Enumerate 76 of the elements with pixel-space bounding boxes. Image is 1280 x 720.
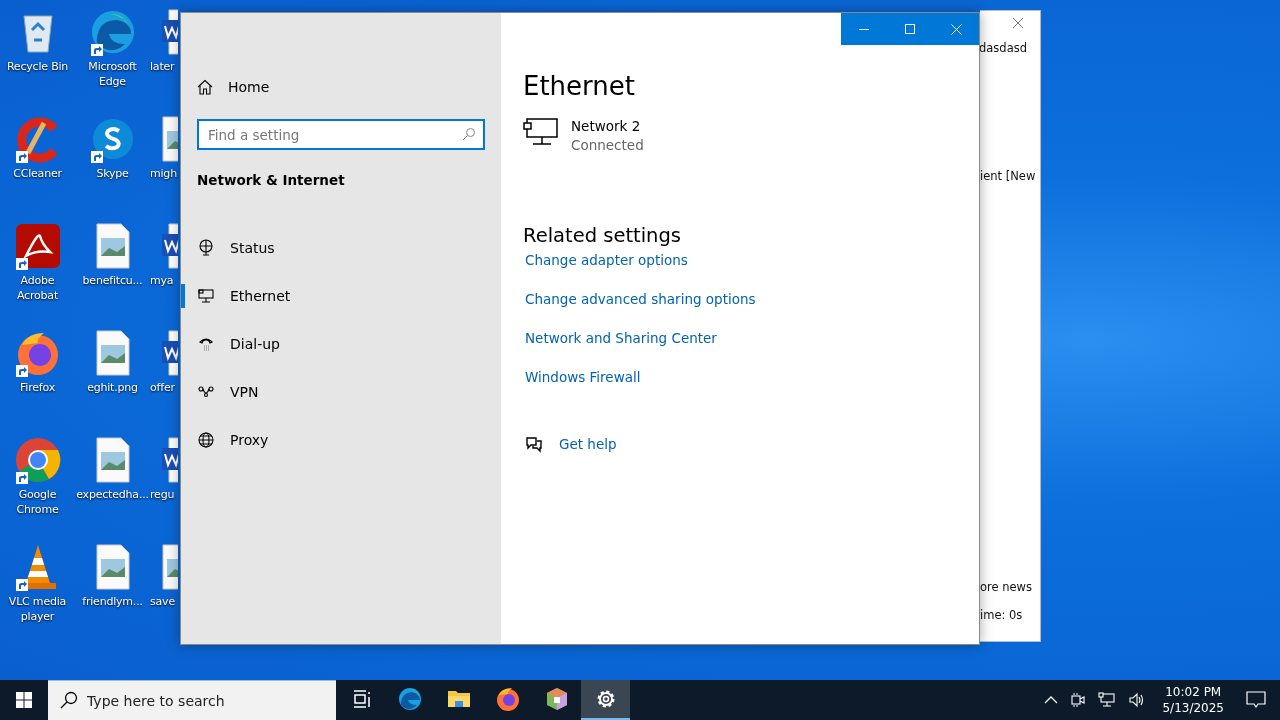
shortcut-arrow-icon [15, 258, 28, 270]
settings-link[interactable]: Change adapter options [525, 250, 688, 270]
desktop-icon-label[interactable]: Recycle Bin [6, 59, 69, 74]
network-icon[interactable] [1098, 692, 1117, 708]
image-file-icon [162, 115, 178, 163]
image-file-icon [162, 543, 178, 591]
taskbar-search-field[interactable]: Type here to search [48, 680, 336, 720]
desktop-icon-label[interactable]: mya [150, 273, 174, 288]
search-icon [462, 127, 476, 141]
desktop-icon-label[interactable]: offer [150, 380, 175, 395]
shortcut-arrow-icon [15, 579, 28, 591]
desktop-icon-label[interactable]: save [150, 594, 175, 609]
phone-icon [197, 335, 215, 353]
clock-date: 5/13/2025 [1162, 700, 1224, 716]
chat-bubbles-icon [525, 435, 543, 453]
desktop-icon-label[interactable]: Microsoft Edge [75, 59, 150, 89]
clock-time: 10:02 PM [1165, 684, 1222, 700]
desktop-icon-label[interactable]: migh [150, 166, 177, 181]
help-link[interactable]: Get help [559, 434, 617, 454]
shortcut-arrow-icon [15, 472, 28, 484]
clock[interactable]: 10:02 PM 5/13/2025 [1162, 684, 1224, 716]
chevron-up-icon[interactable] [1044, 696, 1059, 704]
desktop-icon-label[interactable]: expectedha... [76, 487, 149, 502]
desktop-icon-label[interactable]: regu [150, 487, 175, 502]
globe-icon [197, 431, 215, 449]
window-text: dasdasd [979, 41, 1028, 55]
shortcut-arrow-icon [15, 151, 28, 163]
firefox-icon [494, 686, 521, 712]
desktop-icon-label[interactable]: benefitcu... [82, 273, 143, 288]
window-text: ime: 0s [980, 608, 1024, 622]
search-field[interactable]: Find a setting [197, 119, 485, 150]
window-text: ient [New [980, 169, 1037, 183]
desktop-icon-label[interactable]: eghit.png [87, 380, 138, 395]
section-heading: Related settings [523, 223, 683, 249]
page-title: Ethernet [523, 70, 636, 103]
nav-item[interactable]: Proxy [181, 416, 501, 464]
maximize-icon [905, 24, 915, 34]
nav-item[interactable]: VPN [181, 368, 501, 416]
search-icon [60, 691, 78, 709]
network-name: Network 2 [571, 117, 642, 136]
desktop-icon-label[interactable]: Adobe Acrobat [0, 273, 75, 303]
desktop-icon-label[interactable]: later [150, 59, 175, 74]
windows-logo-icon [16, 692, 32, 708]
taskbar-app-button[interactable] [581, 680, 630, 720]
desktop-icon-label[interactable]: friendlym... [82, 594, 143, 609]
shortcut-arrow-icon [90, 151, 103, 163]
close-icon [950, 23, 962, 35]
network-status: Connected [571, 136, 644, 155]
desktop-icon-label[interactable]: VLC media player [0, 594, 75, 624]
camera-icon[interactable] [1070, 692, 1087, 708]
edge-icon [396, 686, 423, 712]
nav-item[interactable]: Status [181, 224, 501, 272]
section-heading: Network & Internet [196, 172, 346, 188]
settings-link[interactable]: Network and Sharing Center [525, 328, 717, 348]
chrome-icon [13, 436, 62, 484]
notification-icon[interactable] [1246, 691, 1266, 709]
ethernet-icon [523, 117, 559, 147]
window-text: ore news [980, 580, 1033, 594]
settings-link[interactable]: Windows Firewall [525, 367, 641, 387]
close-icon[interactable] [1012, 17, 1024, 29]
minimize-icon [859, 28, 869, 30]
ethernet-icon [197, 287, 215, 305]
desktop-icon-label[interactable]: Firefox [20, 380, 55, 395]
desktop-icon-label[interactable]: Google Chrome [0, 487, 75, 517]
desktop-icon-label[interactable]: Skype [96, 166, 129, 181]
shortcut-arrow-icon [90, 44, 103, 56]
shortcut-arrow-icon [15, 365, 28, 377]
acrobat-icon [13, 222, 62, 270]
home-icon [197, 79, 213, 95]
desktop-icon-label[interactable]: CCleaner [13, 166, 62, 181]
nav-item[interactable]: Dial-up [181, 320, 501, 368]
settings-link[interactable]: Change advanced sharing options [525, 289, 756, 309]
network-item[interactable]: Network 2 Connected [523, 117, 979, 155]
selection-indicator [181, 284, 185, 308]
globe-monitor-icon [197, 239, 215, 257]
home-link[interactable]: Home [181, 75, 501, 99]
